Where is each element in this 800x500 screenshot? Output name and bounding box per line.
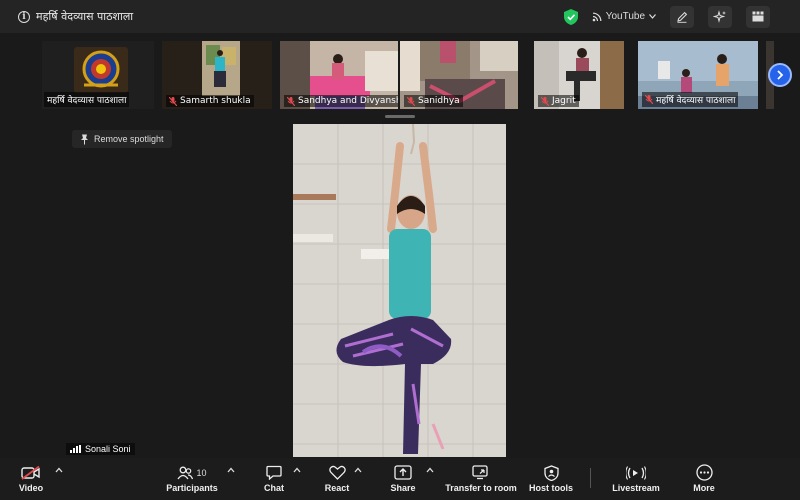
participant-tile[interactable]: Sanidhya [400, 41, 518, 109]
school-logo [74, 47, 128, 93]
encryption-shield-icon[interactable] [563, 8, 578, 25]
participants-label: Participants [166, 483, 218, 493]
host-shield-icon [543, 464, 559, 481]
more-label: More [693, 483, 715, 493]
mic-muted-icon [645, 95, 653, 104]
transfer-icon [472, 465, 488, 480]
grid-view-icon [752, 11, 764, 22]
chevron-up-icon[interactable] [293, 467, 301, 473]
chat-icon [266, 465, 282, 480]
next-page-button[interactable] [768, 63, 792, 87]
react-label: React [324, 483, 350, 493]
chevron-down-icon [649, 14, 656, 19]
participant-name-tag: Sandhya and Divyanshi [284, 95, 398, 107]
video-button[interactable]: Video [14, 458, 48, 500]
participant-tile[interactable]: महर्षि वेदव्यास पाठशाला [42, 41, 154, 109]
chat-label: Chat [264, 483, 284, 493]
toolbar-divider [590, 468, 591, 488]
share-screen-icon [394, 465, 412, 480]
mic-muted-icon [541, 96, 549, 106]
chevron-up-icon[interactable] [354, 467, 362, 473]
video-off-icon [21, 465, 40, 480]
participant-tile[interactable]: Sandhya and Divyanshi [280, 41, 398, 109]
participant-tile[interactable]: Samarth shukla [162, 41, 272, 109]
remove-spotlight-button[interactable]: Remove spotlight [72, 130, 172, 148]
livestream-icon [626, 465, 646, 480]
sparkle-icon [713, 9, 726, 23]
more-icon [695, 464, 713, 481]
livestream-button[interactable]: Livestream [612, 458, 660, 500]
annotate-button[interactable] [670, 5, 694, 28]
meeting-toolbar: Video 10 Participants Chat React Share T… [0, 458, 800, 500]
mic-muted-icon [169, 96, 177, 106]
participant-name-tag: महर्षि वेदव्यास पाठशाला [44, 92, 130, 107]
participant-name-tag: महर्षि वेदव्यास पाठशाला [642, 92, 739, 107]
info-icon[interactable]: i [18, 10, 30, 23]
spotlight-video[interactable] [293, 124, 506, 457]
youtube-label: YouTube [605, 11, 645, 22]
meeting-title: महर्षि वेदव्यास पाठशाला [36, 10, 134, 23]
participants-icon [177, 466, 194, 479]
youtube-livestream-status[interactable]: YouTube [592, 11, 656, 22]
participant-name: महर्षि वेदव्यास पाठशाला [656, 96, 736, 106]
remove-spotlight-label: Remove spotlight [94, 134, 164, 144]
host-tools-label: Host tools [529, 483, 573, 493]
transfer-to-room-button[interactable]: Transfer to room [444, 458, 518, 500]
spotlight-video-feed [293, 124, 506, 457]
share-button[interactable]: Share [388, 458, 418, 500]
participant-name: Sandhya and Divyanshi [298, 96, 398, 106]
pencil-icon [677, 11, 688, 23]
participant-tile[interactable]: महर्षि वेदव्यास पाठशाला [638, 41, 758, 109]
ai-companion-button[interactable] [708, 5, 732, 28]
heart-icon [328, 465, 346, 480]
resize-handle[interactable] [385, 115, 415, 118]
participant-name-tag: Jagrit [538, 95, 579, 107]
speaker-name: Sonali Soni [85, 444, 131, 454]
participants-button[interactable]: 10 Participants [163, 458, 221, 500]
livestream-label: Livestream [612, 483, 660, 493]
host-tools-button[interactable]: Host tools [528, 458, 574, 500]
participant-name: Jagrit [552, 96, 576, 106]
participant-name: Samarth shukla [180, 96, 251, 106]
participant-name: Sanidhya [418, 96, 460, 106]
view-layout-button[interactable] [746, 5, 770, 28]
participant-name: महर्षि वेदव्यास पाठशाला [47, 96, 127, 106]
participant-tile[interactable]: Jagrit [534, 41, 624, 109]
participant-name-tag: Samarth shukla [166, 95, 254, 107]
chevron-right-icon [777, 70, 784, 80]
chat-button[interactable]: Chat [260, 458, 288, 500]
broadcast-icon [592, 12, 602, 21]
mic-muted-icon [407, 96, 415, 106]
title-bar: i महर्षि वेदव्यास पाठशाला YouTube [0, 0, 800, 33]
signal-strength-icon [70, 445, 81, 453]
mic-muted-icon [287, 96, 295, 106]
transfer-label: Transfer to room [445, 483, 517, 493]
chevron-up-icon[interactable] [426, 467, 434, 473]
more-button[interactable]: More [690, 458, 718, 500]
pin-icon [81, 134, 88, 144]
chevron-up-icon[interactable] [227, 467, 235, 473]
video-label: Video [18, 483, 44, 493]
speaker-name-tag: Sonali Soni [66, 443, 135, 455]
react-button[interactable]: React [322, 458, 352, 500]
participants-count: 10 [196, 467, 207, 478]
chevron-up-icon[interactable] [55, 467, 63, 473]
share-label: Share [390, 483, 416, 493]
participant-name-tag: Sanidhya [404, 95, 463, 107]
